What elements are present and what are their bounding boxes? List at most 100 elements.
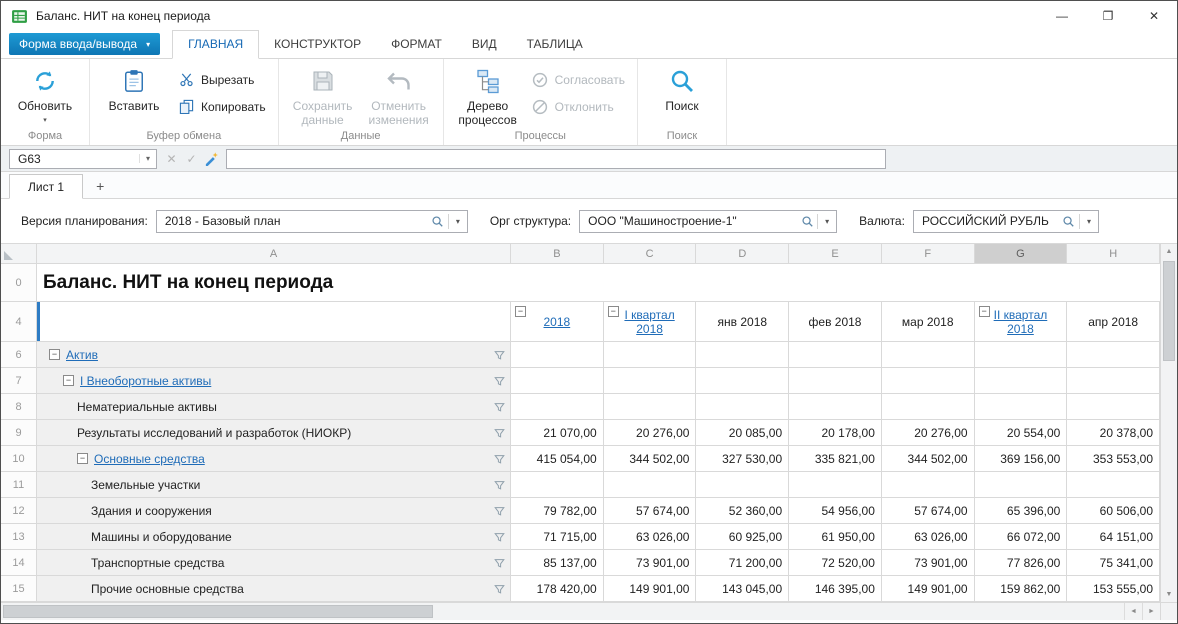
row-label-cell[interactable]: Машины и оборудование — [37, 524, 511, 550]
row-number[interactable]: 7 — [1, 368, 37, 394]
row-number[interactable]: 8 — [1, 394, 37, 420]
row-number[interactable]: 12 — [1, 498, 37, 524]
value-cell[interactable] — [1067, 342, 1160, 368]
value-cell[interactable]: 353 553,00 — [1067, 446, 1160, 472]
approve-button[interactable]: Согласовать — [526, 70, 631, 89]
chevron-down-icon[interactable]: ▾ — [449, 217, 467, 226]
paste-button[interactable]: Вставить — [96, 62, 172, 113]
chevron-down-icon[interactable]: ▾ — [139, 154, 156, 163]
value-cell[interactable] — [604, 472, 697, 498]
header-cell-g[interactable]: −II квартал 2018 — [975, 302, 1068, 342]
column-header-e[interactable]: E — [789, 244, 882, 264]
chevron-down-icon[interactable]: ▾ — [1080, 217, 1098, 226]
undo-changes-button[interactable]: Отменить изменения — [361, 62, 437, 127]
value-cell[interactable] — [975, 342, 1068, 368]
minimize-button[interactable]: — — [1039, 1, 1085, 31]
value-cell[interactable]: 20 178,00 — [789, 420, 882, 446]
header-cell-d[interactable]: янв 2018 — [696, 302, 789, 342]
horizontal-scrollbar-track[interactable] — [1, 603, 1124, 620]
row-number[interactable]: 10 — [1, 446, 37, 472]
value-cell[interactable] — [511, 368, 604, 394]
header-cell-b[interactable]: −2018 — [511, 302, 604, 342]
value-cell[interactable] — [1067, 368, 1160, 394]
close-button[interactable]: ✕ — [1131, 1, 1177, 31]
value-cell[interactable] — [696, 394, 789, 420]
value-cell[interactable]: 57 674,00 — [882, 498, 975, 524]
sheet-tab-list1[interactable]: Лист 1 — [9, 174, 83, 199]
collapse-icon[interactable]: − — [63, 375, 74, 386]
column-header-a[interactable]: A — [37, 244, 511, 264]
ribbon-tab-2[interactable]: ФОРМАТ — [376, 31, 457, 58]
value-cell[interactable]: 327 530,00 — [696, 446, 789, 472]
row-label[interactable]: Актив — [66, 348, 98, 362]
value-cell[interactable]: 153 555,00 — [1067, 576, 1160, 602]
search-button[interactable]: Поиск — [644, 62, 720, 113]
row-label[interactable]: Основные средства — [94, 452, 205, 466]
process-tree-button[interactable]: Дерево процессов — [450, 62, 526, 127]
value-cell[interactable] — [696, 368, 789, 394]
sheet-title-cell[interactable]: Баланс. НИТ на конец периода — [37, 264, 1160, 302]
confirm-entry-icon[interactable]: ✓ — [183, 152, 200, 166]
value-cell[interactable]: 71 715,00 — [511, 524, 604, 550]
chevron-down-icon[interactable]: ▾ — [818, 217, 836, 226]
value-cell[interactable]: 344 502,00 — [604, 446, 697, 472]
row-label-cell[interactable]: Результаты исследований и разработок (НИ… — [37, 420, 511, 446]
value-cell[interactable] — [975, 394, 1068, 420]
value-cell[interactable] — [696, 342, 789, 368]
vertical-scrollbar-thumb[interactable] — [1163, 261, 1175, 361]
search-icon[interactable] — [1059, 215, 1079, 228]
value-cell[interactable]: 85 137,00 — [511, 550, 604, 576]
reject-button[interactable]: Отклонить — [526, 97, 631, 116]
value-cell[interactable]: 20 276,00 — [604, 420, 697, 446]
value-cell[interactable]: 20 085,00 — [696, 420, 789, 446]
value-cell[interactable]: 60 925,00 — [696, 524, 789, 550]
cancel-entry-icon[interactable]: ✕ — [163, 152, 180, 166]
row-number[interactable]: 14 — [1, 550, 37, 576]
header-cell-h[interactable]: апр 2018 — [1067, 302, 1160, 342]
row-label-cell[interactable]: Транспортные средства — [37, 550, 511, 576]
value-cell[interactable]: 52 360,00 — [696, 498, 789, 524]
header-cell-f[interactable]: мар 2018 — [882, 302, 975, 342]
org-structure-combo[interactable]: ООО "Машиностроение-1" ▾ — [579, 210, 837, 233]
column-header-d[interactable]: D — [696, 244, 789, 264]
value-cell[interactable] — [789, 368, 882, 394]
value-cell[interactable]: 63 026,00 — [882, 524, 975, 550]
maximize-button[interactable]: ❐ — [1085, 1, 1131, 31]
value-cell[interactable]: 60 506,00 — [1067, 498, 1160, 524]
horizontal-scrollbar-thumb[interactable] — [3, 605, 433, 618]
value-cell[interactable]: 369 156,00 — [975, 446, 1068, 472]
filter-icon[interactable] — [494, 505, 505, 516]
add-sheet-button[interactable]: + — [83, 173, 117, 198]
scroll-up-icon[interactable]: ▲ — [1161, 244, 1177, 259]
value-cell[interactable] — [604, 342, 697, 368]
cut-button[interactable]: Вырезать — [172, 70, 272, 89]
value-cell[interactable]: 75 341,00 — [1067, 550, 1160, 576]
filter-icon[interactable] — [494, 375, 505, 386]
value-cell[interactable]: 61 950,00 — [789, 524, 882, 550]
formula-wizard-icon[interactable] — [203, 151, 220, 166]
value-cell[interactable]: 66 072,00 — [975, 524, 1068, 550]
ribbon-tab-3[interactable]: ВИД — [457, 31, 512, 58]
filter-icon[interactable] — [494, 531, 505, 542]
collapse-icon[interactable]: − — [979, 306, 990, 317]
scroll-left-icon[interactable]: ◄ — [1124, 603, 1142, 620]
formula-input[interactable] — [226, 149, 886, 169]
value-cell[interactable] — [604, 368, 697, 394]
column-header-b[interactable]: B — [511, 244, 604, 264]
value-cell[interactable] — [975, 472, 1068, 498]
value-cell[interactable]: 178 420,00 — [511, 576, 604, 602]
currency-combo[interactable]: РОССИЙСКИЙ РУБЛЬ ▾ — [913, 210, 1099, 233]
row-label-cell[interactable]: Земельные участки — [37, 472, 511, 498]
collapse-icon[interactable]: − — [49, 349, 60, 360]
row-number[interactable]: 15 — [1, 576, 37, 602]
row-label-cell[interactable]: Прочие основные средства — [37, 576, 511, 602]
row-number[interactable]: 0 — [1, 264, 37, 302]
copy-button[interactable]: Копировать — [172, 97, 272, 116]
value-cell[interactable]: 63 026,00 — [604, 524, 697, 550]
value-cell[interactable]: 73 901,00 — [882, 550, 975, 576]
value-cell[interactable] — [511, 472, 604, 498]
ribbon-tab-0[interactable]: ГЛАВНАЯ — [172, 30, 259, 59]
value-cell[interactable] — [882, 394, 975, 420]
search-icon[interactable] — [428, 215, 448, 228]
ribbon-tab-4[interactable]: ТАБЛИЦА — [512, 31, 598, 58]
